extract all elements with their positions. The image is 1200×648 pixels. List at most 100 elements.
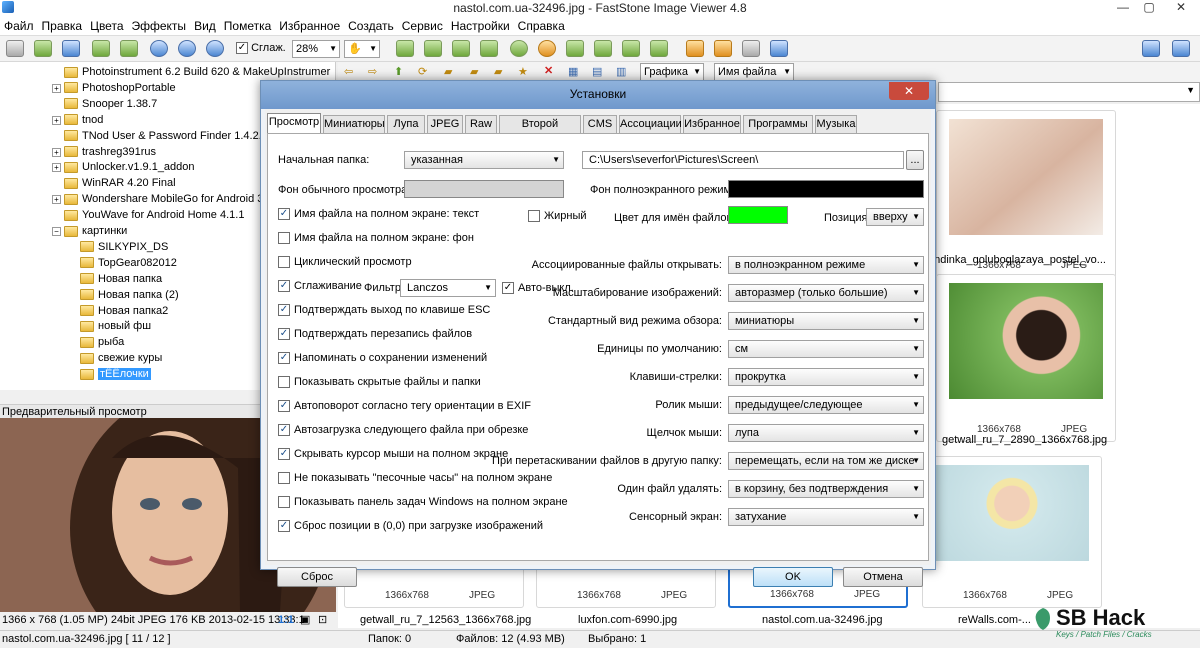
up-folder-icon[interactable]: ⬆ xyxy=(394,65,403,78)
rotate-left-icon[interactable] xyxy=(622,40,640,57)
zoom-select[interactable]: 28% ▼ xyxy=(292,40,340,58)
cancel-button[interactable]: Отмена xyxy=(843,567,923,587)
tree-expander-icon[interactable]: + xyxy=(52,195,61,205)
menu-tag[interactable]: Пометка xyxy=(220,16,276,36)
actual-size-button[interactable]: 1:1 xyxy=(278,612,294,628)
save-icon[interactable] xyxy=(62,40,80,57)
option-row[interactable]: ✓ Скрывать курсор мыши на полном экране xyxy=(278,448,508,461)
menu-view[interactable]: Вид xyxy=(190,16,220,36)
tree-item[interactable]: Новая папка2 xyxy=(80,303,168,319)
option-checkbox[interactable] xyxy=(278,232,290,245)
setting-select[interactable]: лупа ▼ xyxy=(728,424,924,442)
tree-item[interactable]: Новая папка xyxy=(80,271,162,287)
dialog-close-button[interactable]: ✕ xyxy=(889,82,929,100)
setting-select[interactable]: миниатюры ▼ xyxy=(728,312,924,330)
grid-view-icon[interactable]: ▦ xyxy=(568,65,578,78)
new-folder-icon[interactable]: ▰ xyxy=(444,65,452,78)
option-row[interactable]: ✓ Автозагрузка следующего файла при обрез… xyxy=(278,424,528,437)
email-icon[interactable] xyxy=(714,40,732,57)
option-row[interactable]: ✓ Напоминать о сохранении изменений xyxy=(278,352,487,365)
menu-help[interactable]: Справка xyxy=(514,16,569,36)
tab-5[interactable]: Второй монитор xyxy=(499,115,581,147)
start-folder-path-input[interactable]: C:\Users\severfor\Pictures\Screen\ xyxy=(582,151,904,169)
star-icon[interactable]: ★ xyxy=(518,65,528,78)
tree-item[interactable]: новый фш xyxy=(80,318,151,334)
thumbnail[interactable]: 1366x768 JPEG xyxy=(936,110,1116,278)
rotate-right-icon[interactable] xyxy=(650,40,668,57)
option-checkbox[interactable]: ✓ xyxy=(278,280,290,293)
list-view-icon[interactable]: ▤ xyxy=(592,65,602,78)
print-icon[interactable] xyxy=(742,40,760,57)
menu-file[interactable]: Файл xyxy=(0,16,38,36)
user-icon[interactable] xyxy=(510,40,528,57)
option-row[interactable]: ✓ Подтверждать перезапись файлов xyxy=(278,328,472,341)
setting-select[interactable]: авторазмер (только большие) ▼ xyxy=(728,284,924,302)
tree-item[interactable]: SILKYPIX_DS xyxy=(80,239,168,255)
tree-expander-icon[interactable]: + xyxy=(52,163,61,173)
menu-colors[interactable]: Цвета xyxy=(86,16,127,36)
tree-item[interactable]: YouWave for Android Home 4.1.1 xyxy=(64,207,244,223)
forward-icon[interactable]: ⇨ xyxy=(368,65,377,78)
canvas-icon[interactable] xyxy=(452,40,470,57)
tree-item[interactable]: Photoinstrument 6.2 Build 620 & MakeUpIn… xyxy=(64,64,330,80)
rotate-icon[interactable] xyxy=(480,40,498,57)
tree-item[interactable]: рыба xyxy=(80,334,124,350)
menu-effects[interactable]: Эффекты xyxy=(128,16,191,36)
tree-item[interactable]: TopGear082012 xyxy=(80,255,177,271)
tree-item[interactable]: TNod User & Password Finder 1.4.2.1 xyxy=(64,128,268,144)
sun-icon[interactable] xyxy=(538,40,556,57)
move-icon[interactable]: ▰ xyxy=(494,65,502,78)
position-select[interactable]: вверху ▼ xyxy=(866,208,924,226)
fit-window-icon[interactable]: ▣ xyxy=(300,612,310,628)
smooth-toggle[interactable]: ✓ Сглаж. xyxy=(236,42,286,55)
option-checkbox[interactable]: ✓ xyxy=(278,352,290,365)
option-row[interactable]: Показывать скрытые файлы и папки xyxy=(278,376,481,389)
tree-item[interactable]: Wondershare MobileGo for Android 3 xyxy=(64,191,263,207)
tab-10[interactable]: Музыка xyxy=(815,115,857,133)
tree-expander-icon[interactable]: − xyxy=(52,227,61,236)
redo-icon[interactable] xyxy=(594,40,612,57)
setting-select[interactable]: перемещать, если на том же диске ▼ xyxy=(728,452,924,470)
resize-icon[interactable] xyxy=(424,40,442,57)
option-checkbox[interactable]: ✓ xyxy=(278,400,290,413)
setting-select[interactable]: прокрутка ▼ xyxy=(728,368,924,386)
option-checkbox[interactable] xyxy=(278,256,290,269)
menu-settings[interactable]: Настройки xyxy=(447,16,514,36)
option-row[interactable]: ✓ Сглаживание xyxy=(278,280,362,293)
menu-create[interactable]: Создать xyxy=(344,16,398,36)
zoom-in-icon[interactable] xyxy=(150,40,168,57)
setting-select[interactable]: предыдущее/следующее ▼ xyxy=(728,396,924,414)
tree-item[interactable]: Новая папка (2) xyxy=(80,287,179,303)
path-combobox[interactable]: ▼ xyxy=(938,82,1200,102)
thumbnail[interactable]: 1366x768 JPEG xyxy=(936,274,1116,442)
option-checkbox[interactable]: ✓ xyxy=(278,208,290,221)
tab-4[interactable]: Raw xyxy=(465,115,497,133)
option-checkbox[interactable]: ✓ xyxy=(278,328,290,341)
details-view-icon[interactable]: ▥ xyxy=(616,65,626,78)
option-checkbox[interactable]: ✓ xyxy=(278,448,290,461)
tree-item[interactable]: Unlocker.v1.9.1_addon xyxy=(64,159,195,175)
crop-icon[interactable] xyxy=(396,40,414,57)
bg-normal-swatch[interactable] xyxy=(404,180,564,198)
setting-select[interactable]: затухание ▼ xyxy=(728,508,924,526)
menu-edit[interactable]: Правка xyxy=(38,16,87,36)
fit-icon[interactable] xyxy=(206,40,224,57)
delete-file-icon[interactable]: ✕ xyxy=(544,64,553,77)
tab-8[interactable]: Избранное xyxy=(683,115,741,133)
thumbnail[interactable]: 1366x768 JPEG xyxy=(922,456,1102,608)
tab-7[interactable]: Ассоциации xyxy=(619,115,682,133)
tab-0[interactable]: Просмотр xyxy=(267,113,321,134)
layout-icon[interactable] xyxy=(1142,40,1160,57)
export-icon[interactable] xyxy=(120,40,138,57)
start-folder-select[interactable]: указанная ▼ xyxy=(404,151,564,169)
menu-tools[interactable]: Сервис xyxy=(398,16,447,36)
back-icon[interactable]: ⇦ xyxy=(344,65,353,78)
refresh-icon[interactable]: ⟳ xyxy=(418,65,427,78)
tree-expander-icon[interactable]: + xyxy=(52,147,61,157)
setting-select[interactable]: в корзину, без подтверждения ▼ xyxy=(728,480,924,498)
hand-tool-select[interactable]: ✋ ▼ xyxy=(344,40,380,58)
tree-item[interactable]: WinRAR 4.20 Final xyxy=(64,175,176,191)
slideshow-icon[interactable] xyxy=(770,40,788,57)
setting-select[interactable]: в полноэкранном режиме ▼ xyxy=(728,256,924,274)
option-checkbox[interactable]: ✓ xyxy=(278,304,290,317)
